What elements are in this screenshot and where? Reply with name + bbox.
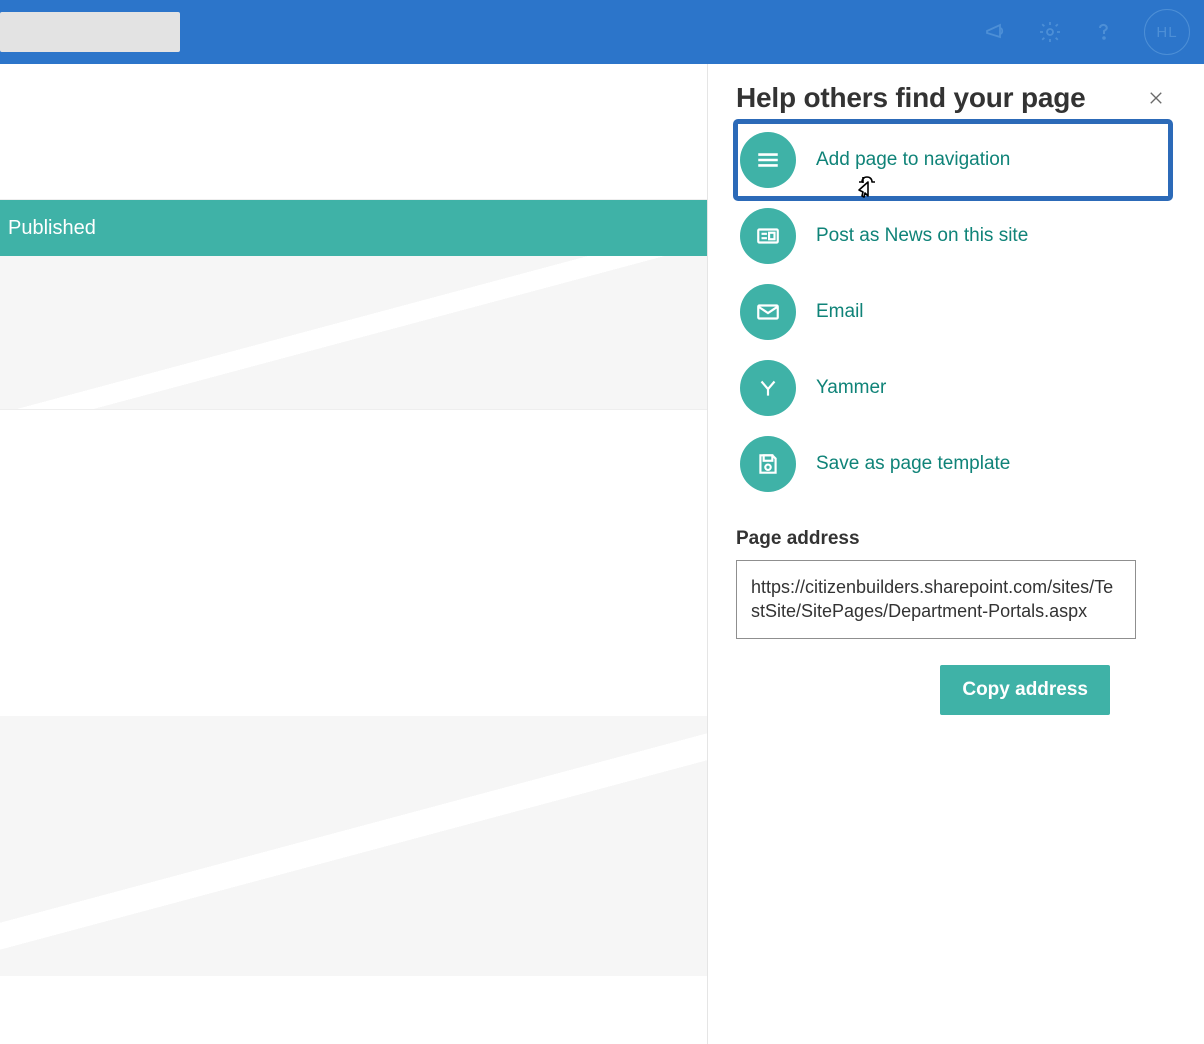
- email-icon: [740, 284, 796, 340]
- option-label: Post as News on this site: [816, 225, 1028, 247]
- gear-icon[interactable]: [1036, 18, 1064, 46]
- command-bar: [0, 64, 707, 200]
- yammer-icon: [740, 360, 796, 416]
- option-label: Email: [816, 301, 864, 323]
- panel-header: Help others find your page: [736, 82, 1170, 114]
- page-lower-section: [0, 716, 707, 976]
- close-icon[interactable]: [1142, 84, 1170, 112]
- topbar-actions: HL: [982, 9, 1190, 55]
- option-save-template[interactable]: Save as page template: [736, 426, 1170, 502]
- save-icon: [740, 436, 796, 492]
- page-hero-section: [0, 256, 707, 410]
- option-label: Add page to navigation: [816, 149, 1010, 171]
- megaphone-icon[interactable]: [982, 18, 1010, 46]
- option-label: Save as page template: [816, 453, 1010, 475]
- menu-icon: [740, 132, 796, 188]
- address-label: Page address: [736, 528, 1170, 550]
- copy-address-button[interactable]: Copy address: [940, 665, 1110, 715]
- avatar-initials: HL: [1156, 24, 1177, 41]
- published-label: Published: [8, 217, 96, 240]
- option-yammer[interactable]: Yammer: [736, 350, 1170, 426]
- option-add-to-navigation[interactable]: Add page to navigation: [736, 122, 1170, 198]
- page-body-section: [0, 410, 707, 716]
- page-main: Published: [0, 64, 707, 1044]
- address-textbox[interactable]: https://citizenbuilders.sharepoint.com/s…: [736, 560, 1136, 639]
- published-banner: Published: [0, 200, 707, 256]
- search-box[interactable]: [0, 12, 180, 52]
- panel-options: Add page to navigation Post as News on t…: [736, 122, 1170, 502]
- panel-title: Help others find your page: [736, 82, 1086, 114]
- user-avatar[interactable]: HL: [1144, 9, 1190, 55]
- option-post-news[interactable]: Post as News on this site: [736, 198, 1170, 274]
- help-panel: Help others find your page Add page to n…: [707, 64, 1204, 1044]
- option-email[interactable]: Email: [736, 274, 1170, 350]
- news-icon: [740, 208, 796, 264]
- page-address-section: Page address https://citizenbuilders.sha…: [736, 528, 1170, 715]
- top-app-bar: HL: [0, 0, 1204, 64]
- help-icon[interactable]: [1090, 18, 1118, 46]
- option-label: Yammer: [816, 377, 886, 399]
